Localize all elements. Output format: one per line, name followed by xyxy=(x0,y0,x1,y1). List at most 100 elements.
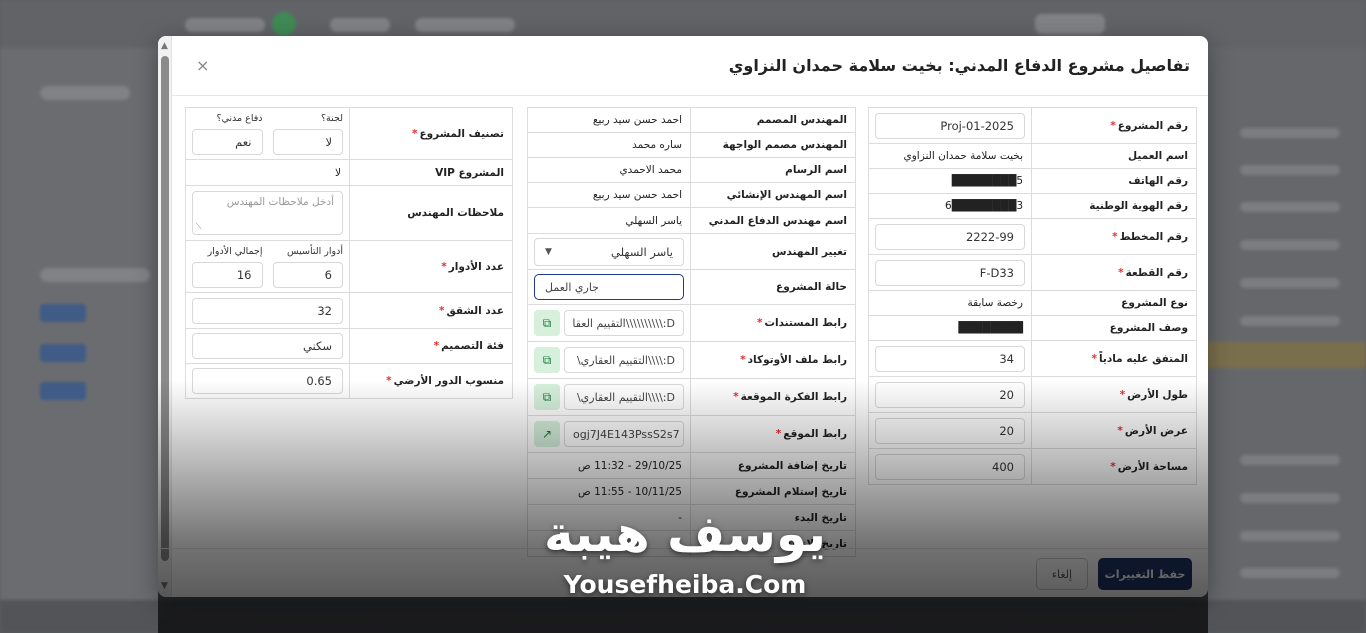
background-item xyxy=(1240,568,1340,578)
committee-field[interactable]: لا xyxy=(272,128,343,155)
row-label: اسم الرسام xyxy=(690,157,856,183)
save-button[interactable]: حفظ التغييرات xyxy=(1098,558,1192,590)
table-row: المتفق عليه مادياً* 34 xyxy=(868,340,1197,377)
table-row: المشروع VIP لا xyxy=(185,159,513,186)
copy-icon[interactable]: ⧉ xyxy=(534,310,560,336)
apartments-field[interactable]: 32 xyxy=(192,297,343,324)
background-item xyxy=(1240,493,1340,503)
row-label: المهندس المصمم xyxy=(690,107,856,133)
total-floors-field[interactable]: 16 xyxy=(192,261,263,288)
row-input-field[interactable]: 20 xyxy=(875,381,1025,408)
table-row: وصف المشروع ████████ xyxy=(868,315,1197,341)
background-item xyxy=(185,18,265,32)
date-label: تاريخ إستلام المشروع xyxy=(690,478,856,505)
row-label: رقم الهاتف xyxy=(1031,168,1197,194)
table-row: رابط الموقع* ↗ ogj7J4E143PssS2s7 xyxy=(527,415,856,453)
signed-idea-link-field[interactable]: D:\\\\التقييم العقاري\ xyxy=(564,384,684,410)
classification-label: تصنيف المشروع* xyxy=(349,107,513,160)
background-item xyxy=(40,382,86,400)
documents-link-field[interactable]: D:\\\\\\\\\\التقييم العقا xyxy=(564,310,684,336)
civil-defense-field[interactable]: نعم xyxy=(192,128,263,155)
row-input-field[interactable]: 34 xyxy=(875,345,1025,372)
copy-icon[interactable]: ⧉ xyxy=(534,347,560,373)
scrollbar[interactable]: ▲ ▼ xyxy=(158,36,172,597)
location-link-field[interactable]: ogj7J4E143PssS2s7 xyxy=(564,421,684,447)
table-row: المهندس المصمم احمد حسن سيد ربيع xyxy=(527,107,856,133)
row-value: محمد الاحمدي xyxy=(527,157,691,183)
row-label: اسم المهندس الإنشائي xyxy=(690,182,856,208)
project-info-table: رقم المشروع* Proj-01-2025 اسم العميل بخيت س… xyxy=(868,107,1197,485)
link-label: رابط الموقع* xyxy=(690,415,856,453)
row-input-field[interactable]: 20 xyxy=(875,417,1025,444)
date-value: 10/11/25 - 11:55 ص xyxy=(527,478,691,505)
row-input-field[interactable]: 400 xyxy=(875,453,1025,480)
table-row: اسم الرسام محمد الاحمدي xyxy=(527,157,856,183)
table-row: حالة المشروع جاري العمل xyxy=(527,269,856,305)
committee-label: لجنة؟ xyxy=(320,112,343,124)
background-item xyxy=(1240,531,1340,541)
table-row: اسم العميل بخيت سلامة حمدان النزاوي xyxy=(868,143,1197,169)
total-floors-label: إجمالي الأدوار xyxy=(207,245,263,257)
autocad-link-field[interactable]: D:\\\\التقييم العقاري\ xyxy=(564,347,684,373)
engineering-table: المهندس المصمم احمد حسن سيد ربيع المهندس… xyxy=(527,107,856,557)
change-engineer-select[interactable]: ▼ ياسر السهلي xyxy=(534,237,684,266)
design-category-field[interactable]: سكني xyxy=(192,333,343,359)
table-row: تغيير المهندس ▼ ياسر السهلي xyxy=(527,233,856,270)
table-row: رقم الهاتف 5████████ xyxy=(868,168,1197,194)
row-label: عرض الأرض* xyxy=(1031,412,1197,449)
scroll-thumb[interactable] xyxy=(161,56,169,561)
table-row: رابط الفكرة الموقعة* ⧉ D:\\\\التقييم الع… xyxy=(527,378,856,416)
table-row: مساحة الأرض* 400 xyxy=(868,448,1197,485)
external-link-icon[interactable]: ↗ xyxy=(534,421,560,447)
row-input-field[interactable]: Proj-01-2025 xyxy=(875,112,1025,139)
row-value: ياسر السهلي xyxy=(527,207,691,234)
table-row: رقم المشروع* Proj-01-2025 xyxy=(868,107,1197,144)
table-row: رابط ملف الأوتوكاد* ⧉ D:\\\\التقييم العق… xyxy=(527,341,856,379)
date-value: 29/10/25 - 11:32 ص xyxy=(527,452,691,479)
table-row: تصنيف المشروع* لجنة؟ لا دفاع مدني؟ نعم xyxy=(185,107,513,160)
background-item xyxy=(40,304,86,322)
row-value: احمد حسن سيد ربيع xyxy=(527,107,691,133)
ground-level-field[interactable]: 0.65 xyxy=(192,368,343,394)
row-input-field[interactable]: F-D33 xyxy=(875,259,1025,286)
link-label: رابط المستندات* xyxy=(690,304,856,342)
resize-handle-icon[interactable]: ⟋ xyxy=(196,222,202,232)
scroll-up-arrow-icon[interactable]: ▲ xyxy=(161,41,168,51)
foundation-floors-label: أدوار التأسيس xyxy=(287,245,343,257)
ground-level-label: منسوب الدور الأرضي* xyxy=(349,363,513,399)
table-row: اسم المهندس الإنشائي احمد حسن سيد ربيع xyxy=(527,182,856,208)
row-label: المهندس مصمم الواجهة xyxy=(690,132,856,158)
background-item xyxy=(1240,278,1340,288)
civil-defense-label: دفاع مدني؟ xyxy=(216,112,263,124)
table-row: رقم الهوية الوطنية 3████████6 xyxy=(868,193,1197,219)
background-item xyxy=(1240,240,1340,250)
modal-title: تفاصيل مشروع الدفاع المدني: بخيت سلامة ح… xyxy=(728,56,1190,75)
copy-icon[interactable]: ⧉ xyxy=(534,384,560,410)
cancel-button[interactable]: إلغاء xyxy=(1036,558,1088,590)
modal-header: تفاصيل مشروع الدفاع المدني: بخيت سلامة ح… xyxy=(158,36,1208,96)
row-label: اسم مهندس الدفاع المدني xyxy=(690,207,856,234)
background-item xyxy=(415,18,515,32)
table-row: عرض الأرض* 20 xyxy=(868,412,1197,449)
design-category-label: فئة التصميم* xyxy=(349,328,513,364)
table-row: اسم مهندس الدفاع المدني ياسر السهلي xyxy=(527,207,856,234)
row-label: رقم القطعة* xyxy=(1031,254,1197,291)
row-input-field[interactable]: 2222-99 xyxy=(875,223,1025,250)
floors-label: عدد الأدوار* xyxy=(349,240,513,293)
table-row: تاريخ إضافة المشروع 29/10/25 - 11:32 ص xyxy=(527,452,856,479)
watermark-english: Yousefheiba.Com xyxy=(563,570,807,599)
row-value: بخيت سلامة حمدان النزاوي xyxy=(868,143,1032,169)
row-value: رخصة سابقة xyxy=(868,290,1032,316)
row-label: رقم الهوية الوطنية xyxy=(1031,193,1197,219)
project-specs-table: تصنيف المشروع* لجنة؟ لا دفاع مدني؟ نعم ا… xyxy=(185,107,513,399)
row-value: 3████████6 xyxy=(868,193,1032,219)
engineer-notes-textarea[interactable]: أدخل ملاحظات المهندس ⟋ xyxy=(192,191,343,235)
foundation-floors-field[interactable]: 6 xyxy=(272,261,343,288)
background-avatar xyxy=(272,12,296,36)
row-label: نوع المشروع xyxy=(1031,290,1197,316)
project-status-field[interactable]: جاري العمل xyxy=(534,274,684,300)
link-label: رابط الفكرة الموقعة* xyxy=(690,378,856,416)
close-button[interactable]: × xyxy=(196,56,209,75)
row-value: ████████ xyxy=(868,315,1032,341)
background-item xyxy=(1240,202,1340,212)
